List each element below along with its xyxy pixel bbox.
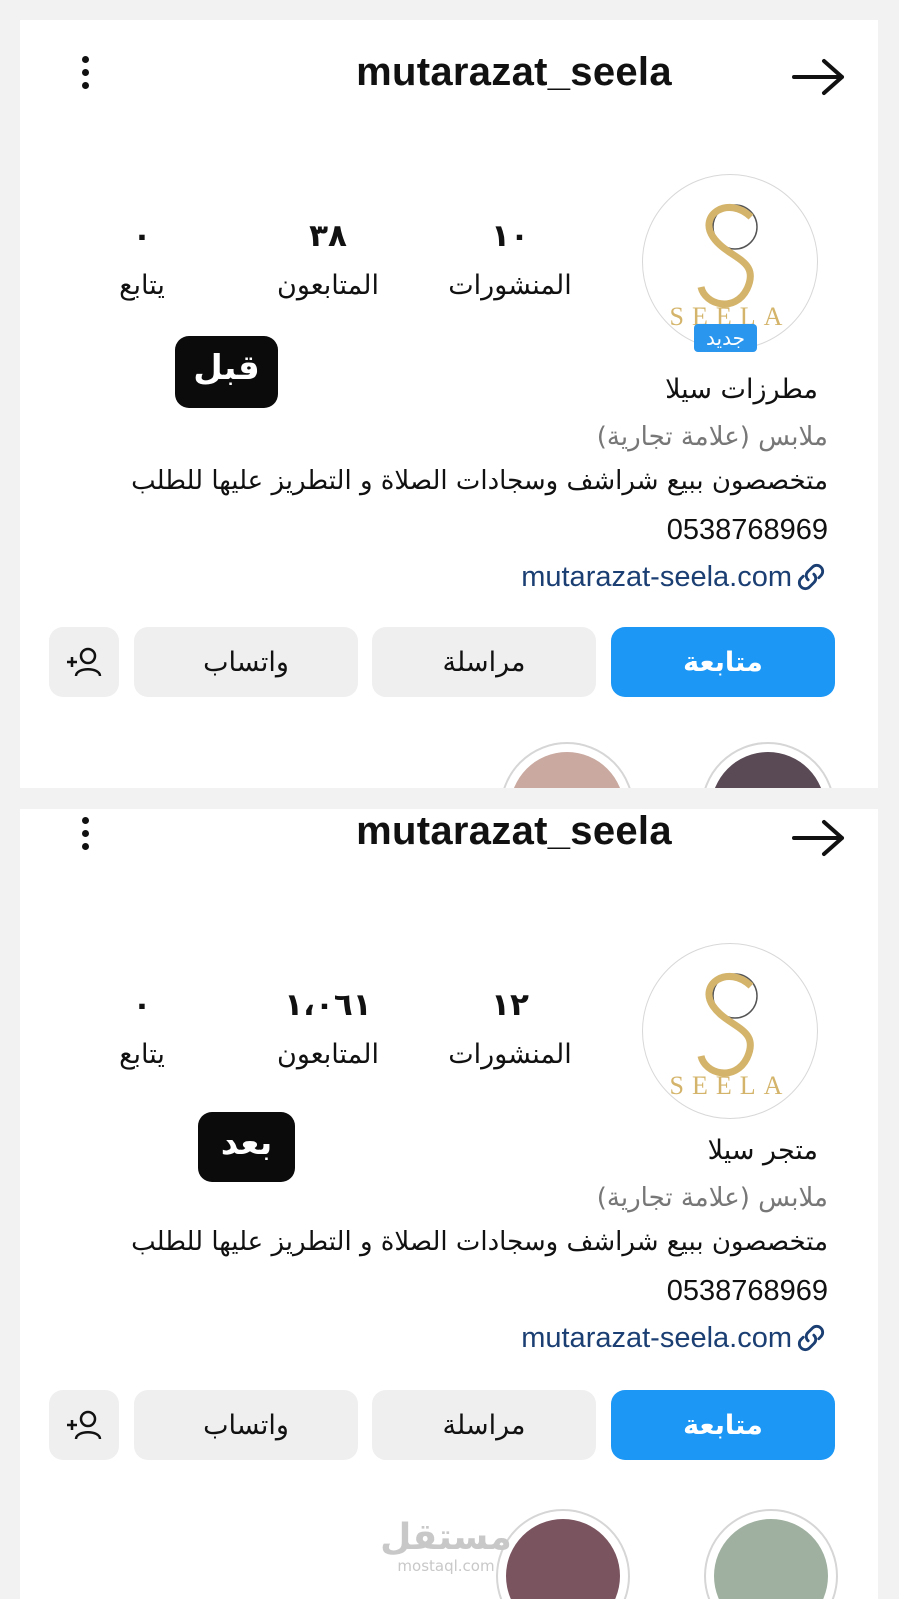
profile-avatar[interactable]: SEELA xyxy=(642,943,818,1119)
profile-panel-after: mutarazat_seela SEELA ١٢ المنشورات ١،٠٦١… xyxy=(20,809,878,1599)
following-label[interactable]: يتابع xyxy=(52,270,232,301)
following-count: ٠ xyxy=(132,987,152,1023)
new-badge: جديد xyxy=(694,324,757,352)
seela-logo: SEELA xyxy=(670,972,791,1100)
back-arrow-icon[interactable] xyxy=(792,819,846,861)
following-count: ٠ xyxy=(132,218,152,254)
back-arrow-icon[interactable] xyxy=(792,58,846,100)
profile-username: mutarazat_seela xyxy=(356,809,672,853)
svg-text:SEELA: SEELA xyxy=(670,1071,791,1100)
after-tag: بعد xyxy=(198,1112,295,1182)
bio-text: متخصصون ببيع شراشف وسجادات الصلاة و التط… xyxy=(131,1227,828,1257)
link-icon xyxy=(797,1324,825,1352)
profile-username: mutarazat_seela xyxy=(356,50,672,94)
add-person-icon xyxy=(67,1410,102,1440)
website-link[interactable]: mutarazat-seela.com xyxy=(521,1321,828,1355)
phone-number[interactable]: 0538768969 xyxy=(667,1275,828,1308)
before-tag: قبل xyxy=(175,336,278,408)
suggest-people-button[interactable] xyxy=(49,1390,119,1460)
follow-button[interactable]: متابعة xyxy=(611,627,835,697)
profile-panel-before: mutarazat_seela SEELA جديد ١٠ المنشورات … xyxy=(20,20,878,788)
posts-count: ١٠ xyxy=(491,218,529,254)
bio-text: متخصصون ببيع شراشف وسجادات الصلاة و التط… xyxy=(131,466,828,496)
whatsapp-button[interactable]: واتساب xyxy=(134,1390,358,1460)
more-vertical-icon[interactable] xyxy=(82,817,89,856)
display-name: مطرزات سيلا xyxy=(665,374,818,405)
following-label[interactable]: يتابع xyxy=(52,1039,232,1070)
follow-button[interactable]: متابعة xyxy=(611,1390,835,1460)
display-name: متجر سيلا xyxy=(707,1135,818,1166)
story-highlight[interactable] xyxy=(704,1509,838,1599)
phone-number[interactable]: 0538768969 xyxy=(667,514,828,547)
message-button[interactable]: مراسلة xyxy=(372,1390,596,1460)
seela-logo: SEELA xyxy=(670,203,782,331)
whatsapp-button[interactable]: واتساب xyxy=(134,627,358,697)
more-vertical-icon[interactable] xyxy=(82,56,89,95)
link-icon xyxy=(797,563,825,591)
story-highlight[interactable] xyxy=(500,742,634,788)
message-button[interactable]: مراسلة xyxy=(372,627,596,697)
add-person-icon xyxy=(67,647,102,677)
followers-count: ٣٨ xyxy=(309,218,347,254)
mostaql-watermark: مستقل mostaql.com xyxy=(376,1517,516,1576)
followers-count: ١،٠٦١ xyxy=(284,987,372,1023)
watermark-url: mostaql.com xyxy=(397,1557,495,1575)
posts-count: ١٢ xyxy=(491,987,529,1023)
watermark-logo-text: مستقل xyxy=(380,1517,512,1558)
posts-label[interactable]: المنشورات xyxy=(420,1039,600,1070)
followers-label[interactable]: المتابعون xyxy=(238,270,418,301)
story-highlight[interactable] xyxy=(496,1509,630,1599)
category-label: ملابس (علامة تجارية) xyxy=(596,1183,828,1213)
website-link[interactable]: mutarazat-seela.com xyxy=(521,560,828,594)
followers-label[interactable]: المتابعون xyxy=(238,1039,418,1070)
suggest-people-button[interactable] xyxy=(49,627,119,697)
posts-label[interactable]: المنشورات xyxy=(420,270,600,301)
story-highlight[interactable] xyxy=(701,742,835,788)
category-label: ملابس (علامة تجارية) xyxy=(596,422,828,452)
